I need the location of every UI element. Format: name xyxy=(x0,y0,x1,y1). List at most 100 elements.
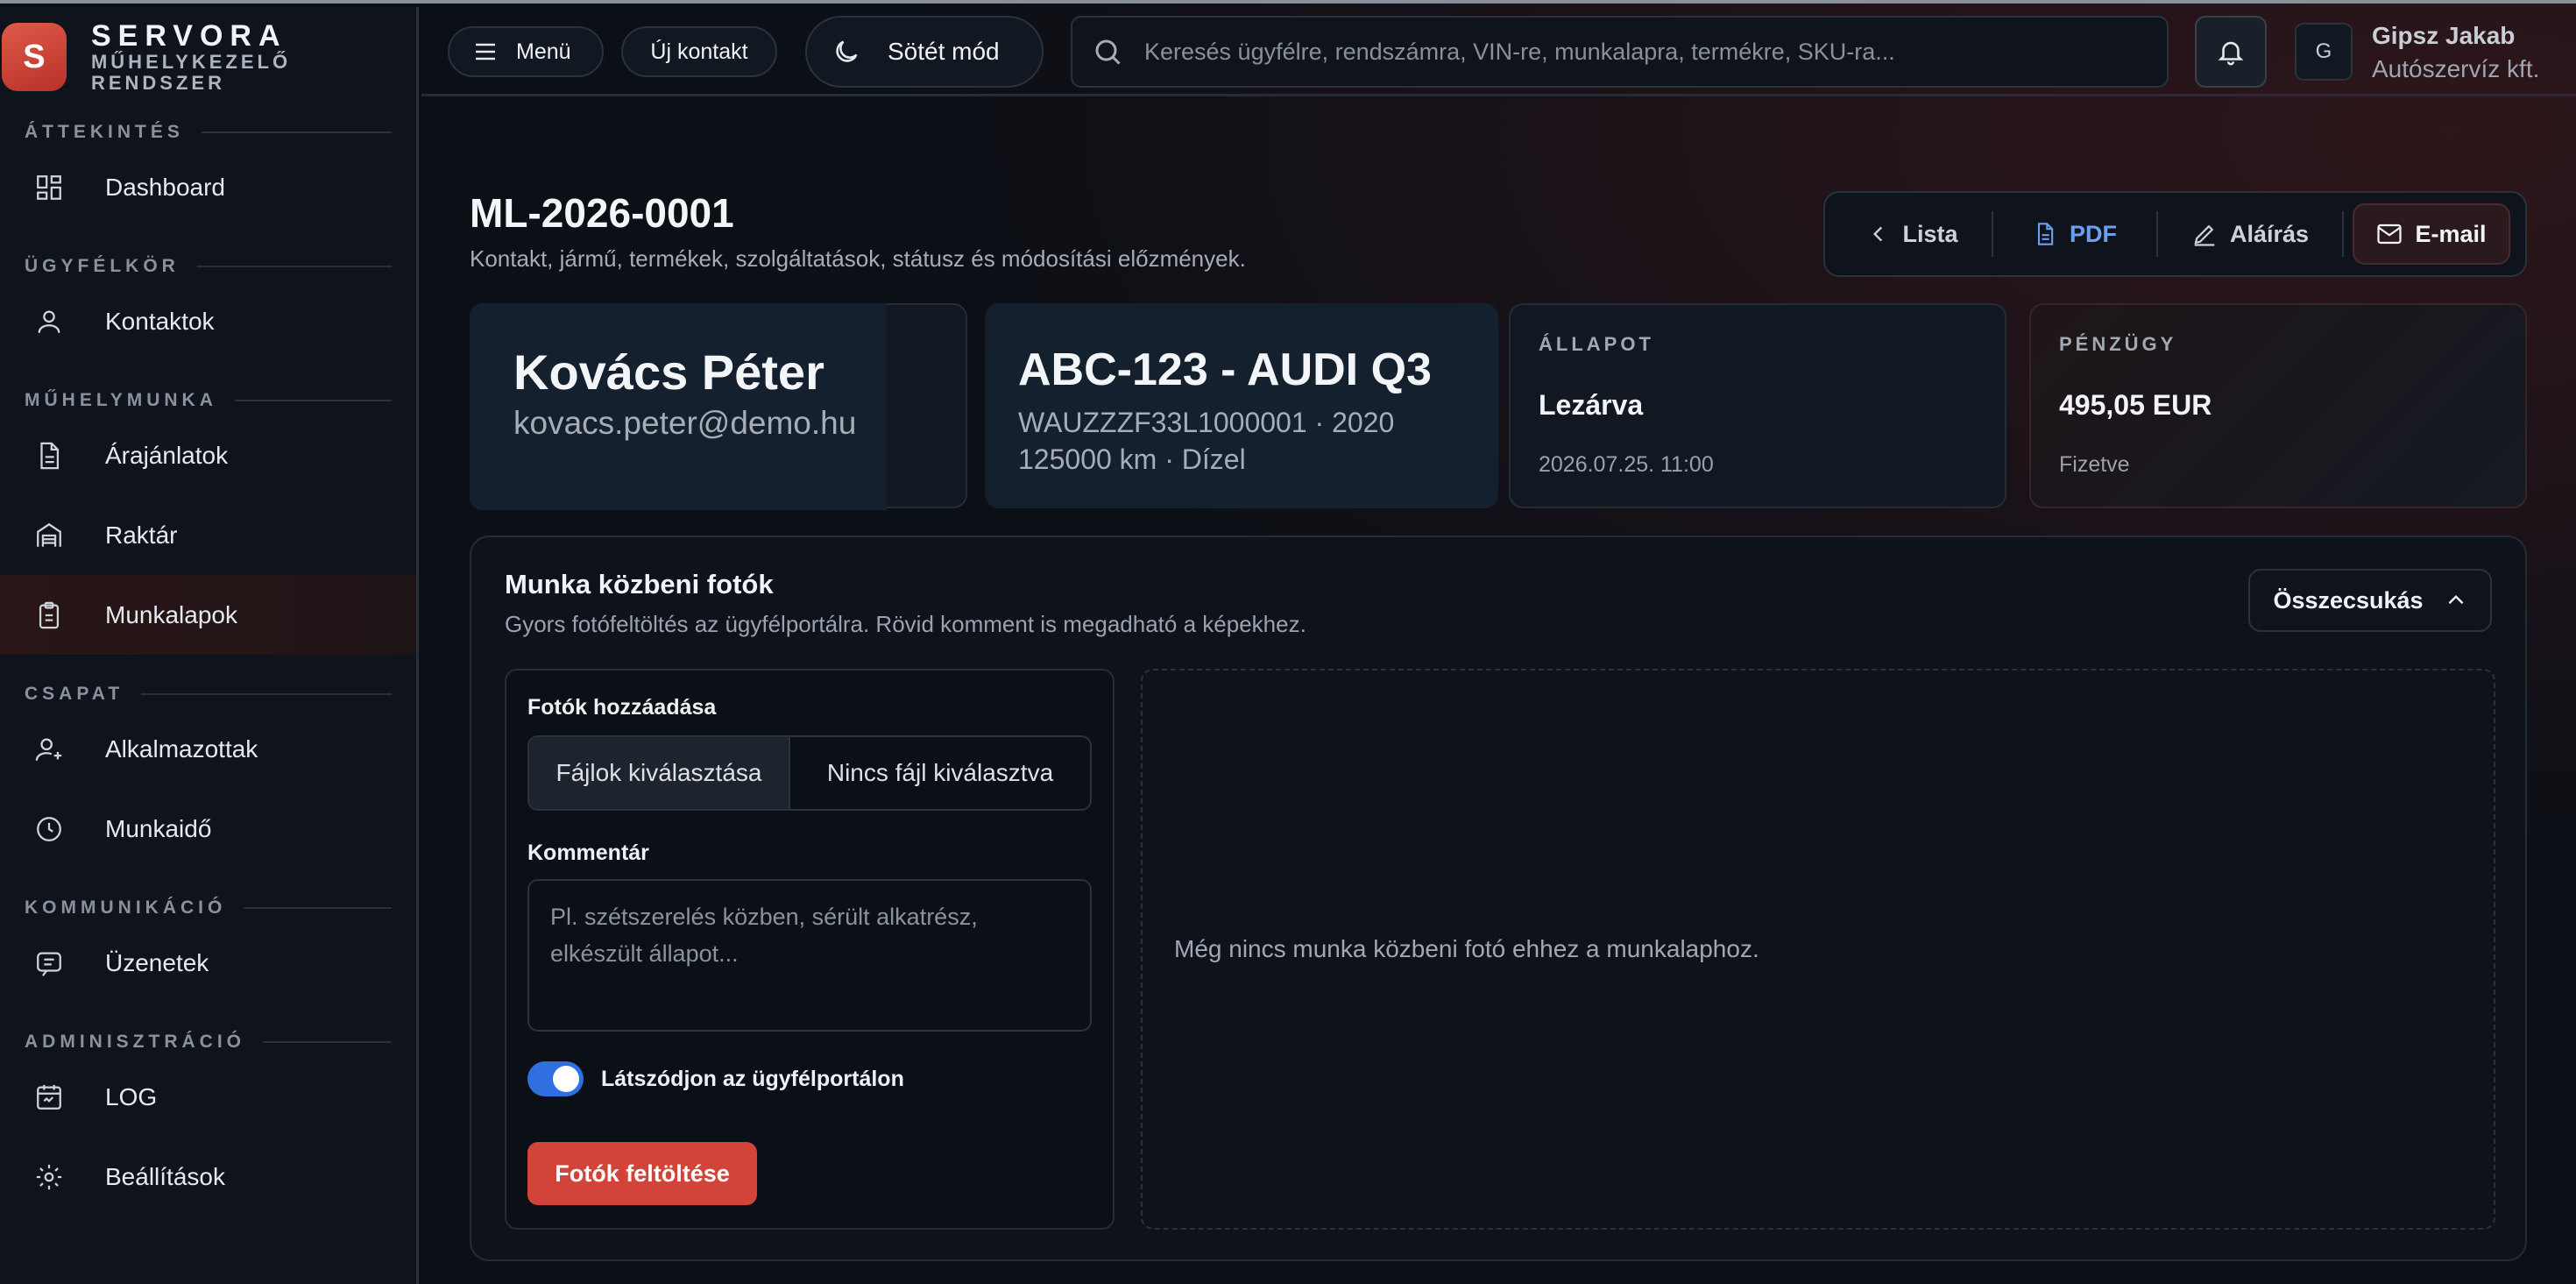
sidebar-item-label: Üzenetek xyxy=(105,948,209,976)
brand-logo: S xyxy=(2,23,67,91)
vehicle-km-fuel: 125000 km · Dízel xyxy=(1018,443,1246,475)
file-input[interactable]: Fájlok kiválasztása Nincs fájl kiválaszt… xyxy=(527,735,1092,811)
contact-email: kovacs.peter@demo.hu xyxy=(513,405,857,441)
contact-card[interactable]: Kovács Péter kovacs.peter@demo.hu xyxy=(470,303,967,510)
bell-icon xyxy=(2216,37,2246,67)
warehouse-icon xyxy=(32,518,67,553)
list-label: Lista xyxy=(1902,220,1958,247)
panel-subtitle: Gyors fotófeltöltés az ügyfélportálra. R… xyxy=(505,611,1306,637)
comment-textarea[interactable]: Pl. szétszerelés közben, sérült alkatrés… xyxy=(527,879,1092,1032)
new-contact-label: Új kontakt xyxy=(650,39,748,64)
menu-label: Menü xyxy=(516,39,571,64)
sidebar-item-quotes[interactable]: Árajánlatok xyxy=(0,415,416,495)
nav-section-communication: KOMMUNIKÁCIÓ xyxy=(0,893,416,923)
sidebar-item-label: Raktár xyxy=(105,521,178,549)
sidebar-item-warehouse[interactable]: Raktár xyxy=(0,495,416,575)
app-window: S SERVORA MŰHELYKEZELŐ RENDSZER ÁTTEKINT… xyxy=(0,0,2576,1284)
nav-section-admin: ADMINISZTRÁCIÓ xyxy=(0,1027,416,1057)
sidebar-item-dashboard[interactable]: Dashboard xyxy=(0,147,416,227)
status-value: Lezárva xyxy=(1539,389,1644,421)
vehicle-vin-year: WAUZZZF33L1000001 · 2020 xyxy=(1018,407,1395,438)
brand-name: SERVORA xyxy=(90,19,287,53)
clock-icon xyxy=(32,812,67,847)
pdf-label: PDF xyxy=(2070,220,2117,247)
upload-form: Fotók hozzáadása Fájlok kiválasztása Nin… xyxy=(505,669,1115,1230)
email-button[interactable]: E-mail xyxy=(2353,203,2510,265)
nav-section-workshop: MŰHELYMUNKA xyxy=(0,386,416,415)
sidebar-item-label: Dashboard xyxy=(105,173,225,201)
finance-card: PÉNZÜGY 495,05 EUR Fizetve xyxy=(2029,303,2527,508)
pdf-button[interactable]: PDF xyxy=(1993,203,2156,265)
nav-section-team: CSAPAT xyxy=(0,679,416,709)
nav-section-customers: ÜGYFÉLKÖR xyxy=(0,252,416,281)
page-title: ML-2026-0001 xyxy=(470,190,734,236)
dashboard-icon xyxy=(32,170,67,205)
hamburger-icon xyxy=(474,42,497,61)
portal-visibility-toggle[interactable] xyxy=(527,1061,584,1096)
sidebar-item-label: Kontaktok xyxy=(105,307,215,335)
portal-visibility-label: Látszódjon az ügyfélportálon xyxy=(601,1067,904,1091)
add-photos-label: Fotók hozzáadása xyxy=(527,695,717,720)
sidebar-item-settings[interactable]: Beállítások xyxy=(0,1137,416,1217)
file-status: Nincs fájl kiválasztva xyxy=(826,759,1054,786)
gear-icon xyxy=(32,1160,67,1195)
clipboard-icon xyxy=(32,598,67,633)
notifications-button[interactable] xyxy=(2195,16,2267,88)
upload-photos-button[interactable]: Fotók feltöltése xyxy=(527,1142,757,1205)
chevron-up-icon xyxy=(2445,589,2467,612)
choose-files-button[interactable]: Fájlok kiválasztása xyxy=(529,737,790,809)
new-contact-button[interactable]: Új kontakt xyxy=(621,26,777,77)
status-label: ÁLLAPOT xyxy=(1539,333,1654,355)
brand-subtitle: MŰHELYKEZELŐ RENDSZER xyxy=(90,51,292,94)
finance-label: PÉNZÜGY xyxy=(2059,333,2177,355)
moon-icon xyxy=(832,37,861,67)
search-icon xyxy=(1092,36,1123,67)
user-plus-icon xyxy=(32,732,67,767)
contact-name: Kovács Péter xyxy=(513,344,824,400)
nav-section-overview: ÁTTEKINTÉS xyxy=(0,117,416,147)
user-company: Autószervíz kft. xyxy=(2372,55,2540,82)
email-label: E-mail xyxy=(2415,220,2487,247)
mail-icon xyxy=(2376,223,2403,245)
signature-button[interactable]: Aláírás xyxy=(2158,203,2342,265)
brand[interactable]: S SERVORA MŰHELYKEZELŐ RENDSZER xyxy=(0,20,416,94)
sidebar-item-label: Alkalmazottak xyxy=(105,734,258,763)
message-icon xyxy=(32,946,67,981)
collapse-button[interactable]: Összecsukás xyxy=(2248,569,2492,632)
back-to-list-button[interactable]: Lista xyxy=(1834,203,1992,265)
sidebar-item-label: Munkalapok xyxy=(105,600,237,628)
search-input[interactable]: Keresés ügyfélre, rendszámra, VIN-re, mu… xyxy=(1071,16,2169,88)
menu-button[interactable]: Menü xyxy=(448,26,604,77)
page-subtitle: Kontakt, jármű, termékek, szolgáltatások… xyxy=(470,245,1246,272)
finance-state: Fizetve xyxy=(2059,452,2130,477)
panel-title: Munka közbeni fotók xyxy=(505,569,774,599)
user-name: Gipsz Jakab xyxy=(2372,22,2516,49)
dark-mode-toggle[interactable]: Sötét mód xyxy=(805,16,1044,88)
sidebar-item-label: Munkaidő xyxy=(105,814,212,842)
sign-label: Aláírás xyxy=(2229,220,2310,247)
pdf-icon xyxy=(2033,221,2057,247)
action-toolbar: Lista PDF Aláírás E-mail xyxy=(1823,191,2527,277)
empty-state-text: Még nincs munka közbeni fotó ehhez a mun… xyxy=(1174,935,1759,962)
status-card: ÁLLAPOT Lezárva 2026.07.25. 11:00 xyxy=(1509,303,2006,508)
pen-icon xyxy=(2191,221,2218,247)
vehicle-card[interactable]: ABC-123 - AUDI Q3 WAUZZZF33L1000001 · 20… xyxy=(985,303,1498,508)
topbar: Menü Új kontakt Sötét mód Keresés ügyfél… xyxy=(421,7,2576,96)
user-info[interactable]: Gipsz Jakab Autószervíz kft. xyxy=(2372,19,2539,86)
sidebar-item-employees[interactable]: Alkalmazottak xyxy=(0,709,416,789)
sidebar-item-contacts[interactable]: Kontaktok xyxy=(0,281,416,361)
avatar[interactable]: G xyxy=(2295,23,2353,81)
photo-gallery-empty: Még nincs munka közbeni fotó ehhez a mun… xyxy=(1141,669,2495,1230)
sidebar-item-label: Beállítások xyxy=(105,1162,225,1190)
sidebar-item-worktime[interactable]: Munkaidő xyxy=(0,789,416,869)
dark-mode-label: Sötét mód xyxy=(888,38,1000,65)
user-icon xyxy=(32,304,67,339)
log-icon xyxy=(32,1080,67,1115)
document-icon xyxy=(32,438,67,473)
sidebar-item-label: Árajánlatok xyxy=(105,441,229,469)
sidebar-item-worksheets[interactable]: Munkalapok xyxy=(0,575,416,655)
sidebar-item-log[interactable]: LOG xyxy=(0,1057,416,1137)
sidebar-item-messages[interactable]: Üzenetek xyxy=(0,923,416,1003)
finance-value: 495,05 EUR xyxy=(2059,389,2212,421)
sidebar-item-label: LOG xyxy=(105,1082,158,1110)
